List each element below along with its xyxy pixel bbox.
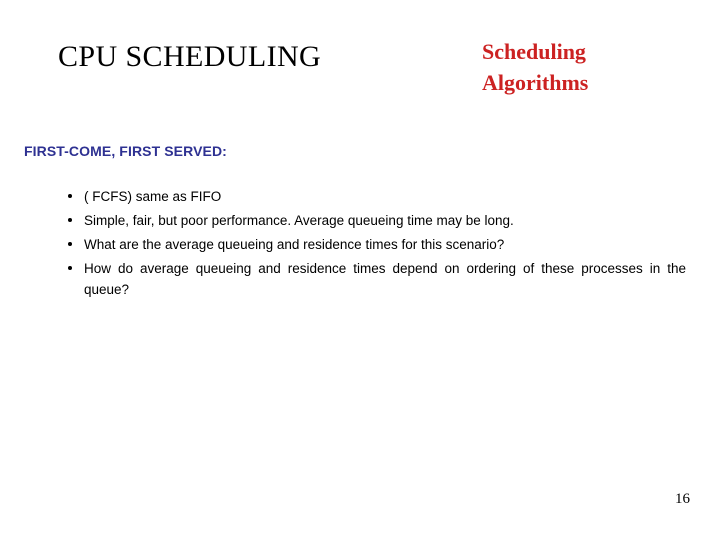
list-item: How do average queueing and residence ti…: [64, 258, 686, 300]
list-item: What are the average queueing and reside…: [64, 234, 686, 255]
section-heading: FIRST-COME, FIRST SERVED:: [24, 143, 227, 159]
bullet-dot-icon: [68, 242, 72, 246]
slide-canvas: CPU SCHEDULING Scheduling Algorithms FIR…: [0, 0, 720, 540]
slide-topic-heading-line-2: Algorithms: [482, 70, 589, 95]
list-item-text: What are the average queueing and reside…: [84, 237, 505, 252]
slide-topic-heading-line-1: Scheduling: [482, 39, 586, 64]
bullet-dot-icon: [68, 218, 72, 222]
bullet-dot-icon: [68, 194, 72, 198]
list-item: ( FCFS) same as FIFO: [64, 186, 686, 207]
slide-topic-heading: Scheduling Algorithms: [482, 36, 702, 98]
page-title: CPU SCHEDULING: [58, 40, 322, 73]
list-item-text: ( FCFS) same as FIFO: [84, 189, 222, 204]
bullet-list: ( FCFS) same as FIFO Simple, fair, but p…: [64, 186, 686, 303]
list-item-text: How do average queueing and residence ti…: [84, 261, 686, 297]
list-item: Simple, fair, but poor performance. Aver…: [64, 210, 686, 231]
list-item-text: Simple, fair, but poor performance. Aver…: [84, 213, 514, 228]
page-number: 16: [675, 491, 690, 507]
bullet-dot-icon: [68, 266, 72, 270]
